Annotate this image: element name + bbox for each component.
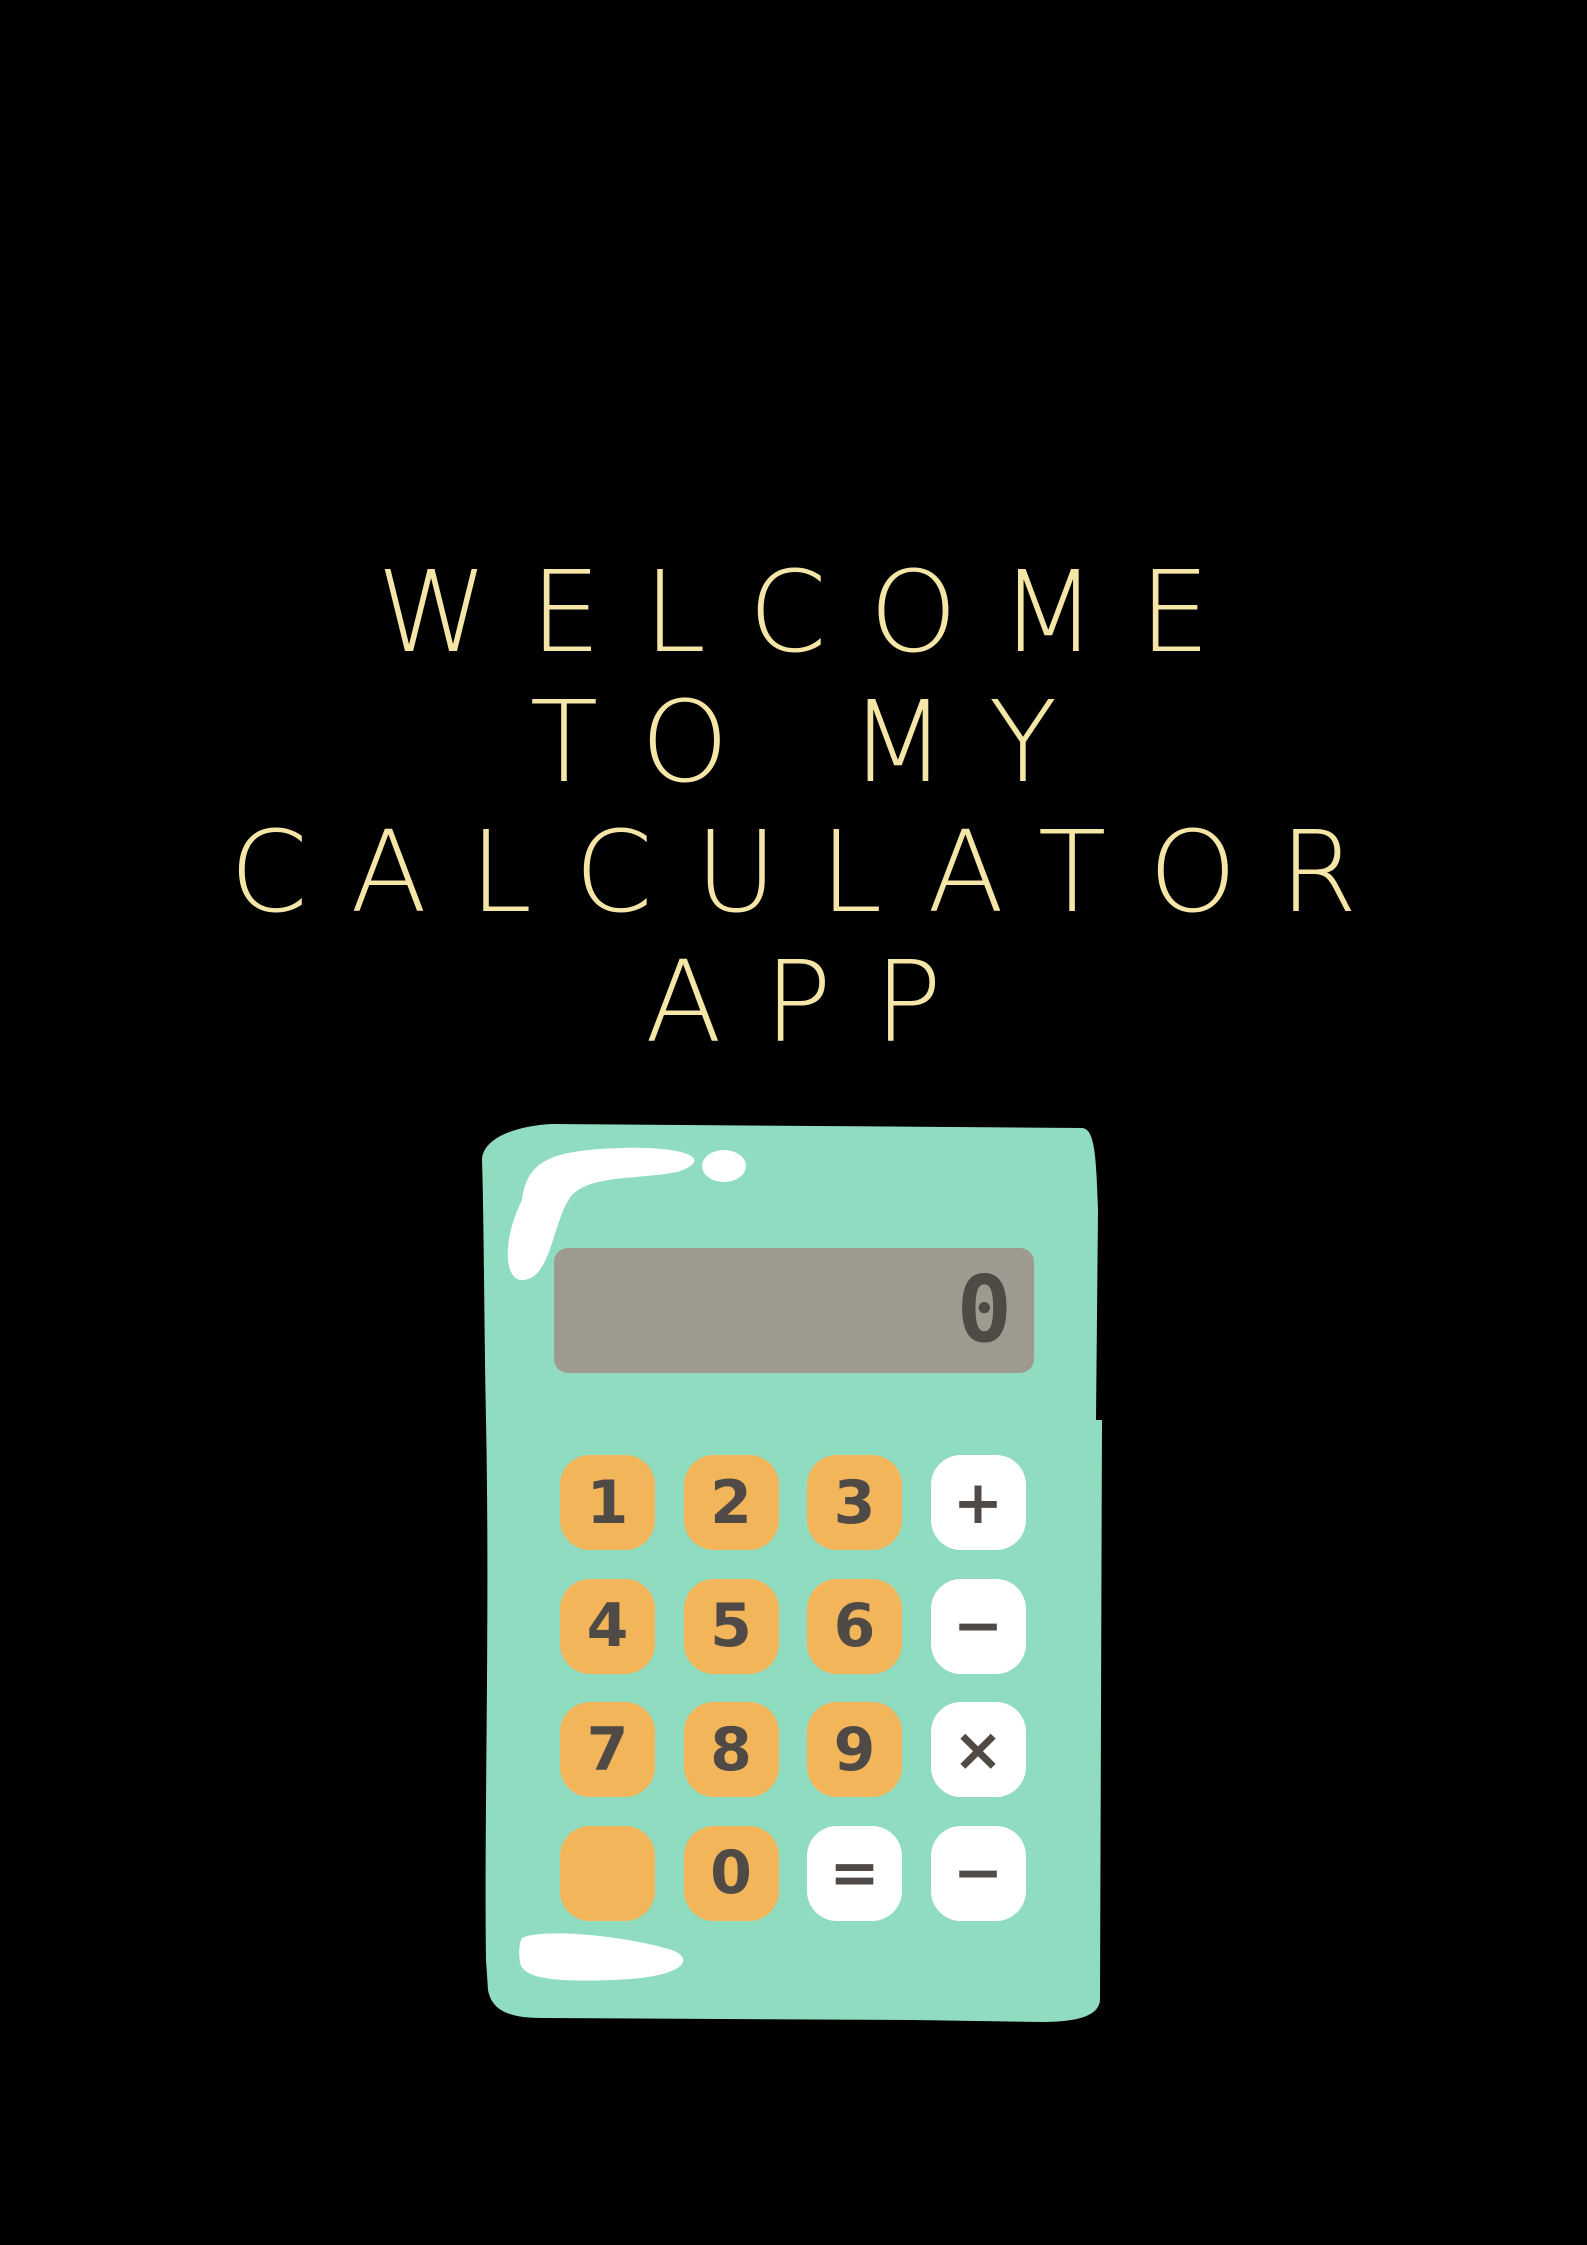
- key-2-button[interactable]: 2: [683, 1455, 779, 1550]
- key-8-button[interactable]: 8: [683, 1702, 779, 1797]
- key-0-button[interactable]: 0: [683, 1825, 779, 1921]
- key-1-button[interactable]: 1: [560, 1455, 655, 1550]
- calculator-illustration: 0 1 2 3 +4 5 6−7 8 9 × 0 = −: [482, 1120, 1102, 2025]
- welcome-heading: WELCOME TO MY CALCULATOR APP: [0, 548, 1587, 1068]
- key-7-button[interactable]: 7: [560, 1702, 655, 1797]
- key-minus-button[interactable]: −: [930, 1578, 1026, 1674]
- key-5-button[interactable]: 5: [683, 1578, 779, 1674]
- key-equals-button[interactable]: =: [807, 1825, 902, 1921]
- welcome-line-1: WELCOME: [376, 548, 1253, 678]
- key-4-button[interactable]: 4: [560, 1578, 655, 1674]
- key-plus-button[interactable]: +: [930, 1455, 1026, 1550]
- key-blank-button[interactable]: [560, 1825, 655, 1921]
- welcome-line-2: TO MY: [529, 678, 1100, 808]
- key-minus-button[interactable]: −: [930, 1825, 1026, 1921]
- welcome-line-3: CALCULATOR: [229, 808, 1400, 938]
- key-multiply-button[interactable]: ×: [930, 1702, 1026, 1797]
- display-value: 0: [956, 1256, 1012, 1363]
- key-3-button[interactable]: 3: [807, 1455, 902, 1550]
- key-6-button[interactable]: 6: [807, 1578, 902, 1674]
- key-9-button[interactable]: 9: [807, 1702, 902, 1797]
- shine-dot: [702, 1150, 746, 1182]
- welcome-line-4: APP: [645, 938, 985, 1068]
